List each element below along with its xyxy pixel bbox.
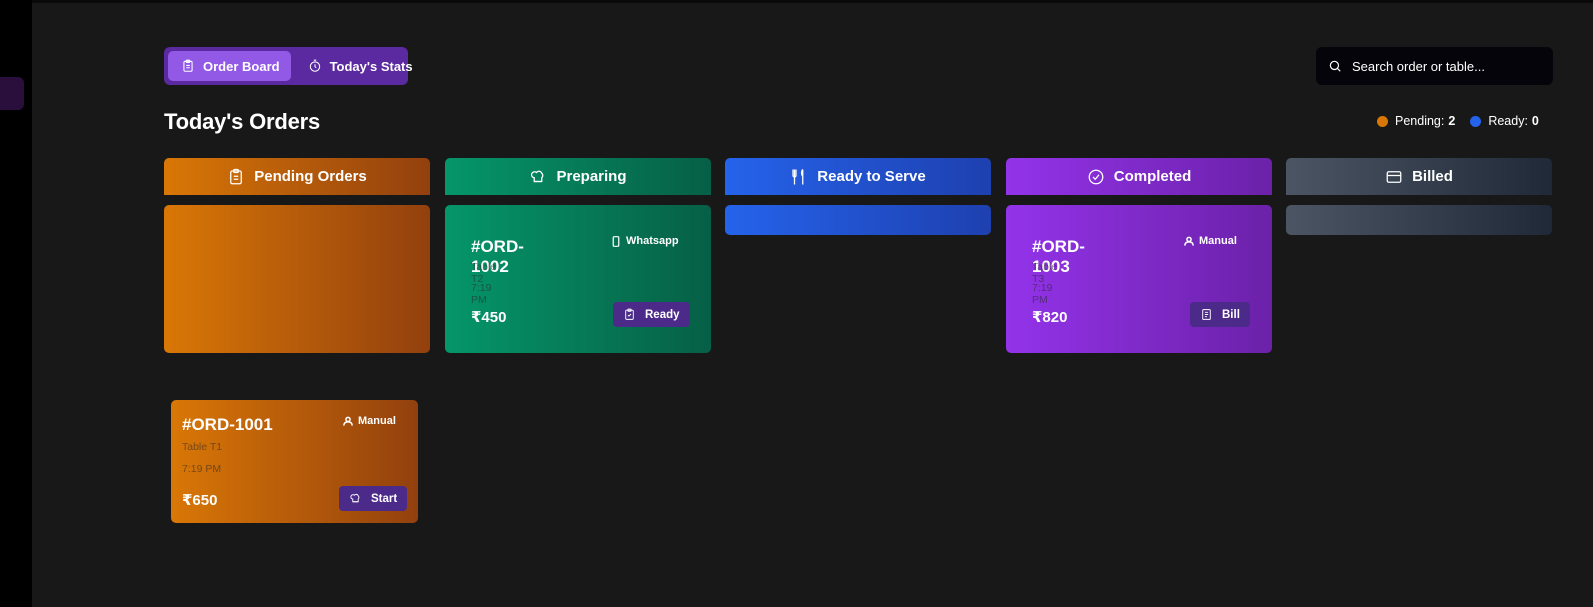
order-source-label: Manual xyxy=(1199,235,1237,247)
order-source: Manual xyxy=(343,415,396,427)
status-legend: Pending: 2 Ready: 0 xyxy=(1377,114,1554,128)
stopwatch-icon xyxy=(309,59,320,72)
tab-label: Order Board xyxy=(203,58,280,74)
column-title: Completed xyxy=(1113,168,1192,185)
column-title: Pending Orders xyxy=(254,168,367,185)
order-source-label: Whatsapp xyxy=(626,235,679,247)
legend-pending-count: 2 xyxy=(1448,114,1456,128)
column-header-pending: Pending Orders xyxy=(164,158,430,195)
legend-ready-label: Ready: xyxy=(1488,114,1528,128)
clipboard-icon xyxy=(183,59,193,72)
search-icon xyxy=(1329,60,1341,72)
order-time: 7:19 PM xyxy=(1032,282,1053,306)
column-title: Preparing xyxy=(556,168,627,185)
main-content: Order Board Today's Stats Today's Orders… xyxy=(32,3,1593,607)
column-header-ready: Ready to Serve xyxy=(725,158,991,195)
column-body-pending xyxy=(164,205,430,353)
order-table: Table T1 xyxy=(182,441,223,453)
order-amount: ₹820 xyxy=(1032,309,1068,326)
tab-label: Today's Stats xyxy=(329,58,413,74)
credit-card-icon xyxy=(1386,170,1402,183)
receipt-icon xyxy=(1202,309,1211,320)
legend-ready-count: 0 xyxy=(1531,114,1539,128)
action-label: Bill xyxy=(1222,308,1240,321)
view-tabs: Order Board Today's Stats xyxy=(164,47,413,85)
start-button[interactable]: Start xyxy=(339,486,408,511)
order-source-label: Manual xyxy=(358,415,396,427)
tab-order-board[interactable]: Order Board xyxy=(168,51,291,81)
chef-hat-icon xyxy=(350,493,360,503)
order-id: #ORD-1001 xyxy=(182,415,273,434)
column-body-preparing: #ORD-1002 Whatsapp Table T2 7:19 PM ₹450… xyxy=(445,205,711,353)
ready-dot xyxy=(1470,115,1482,127)
user-icon xyxy=(1184,236,1194,246)
mark-ready-button[interactable]: Ready xyxy=(613,302,690,327)
legend-pending-label: Pending: xyxy=(1395,114,1445,128)
bill-button[interactable]: Bill xyxy=(1190,302,1250,327)
order-amount: ₹650 xyxy=(182,492,218,509)
order-source: Manual xyxy=(1184,235,1237,247)
sidebar xyxy=(0,0,32,607)
clipboard-icon xyxy=(230,168,243,184)
smartphone-icon xyxy=(612,235,620,247)
column-header-preparing: Preparing xyxy=(445,158,711,195)
clipboard-check-icon xyxy=(625,308,634,320)
legend-ready: Ready: 0 xyxy=(1470,114,1539,128)
action-label: Start xyxy=(371,492,398,505)
page-title: Today's Orders xyxy=(164,109,321,134)
column-body-completed: #ORD-1003 Manual Table T3 7:19 PM ₹820 B… xyxy=(1006,205,1272,353)
utensils-icon xyxy=(792,168,804,184)
search-input[interactable] xyxy=(1352,58,1542,74)
chef-hat-icon xyxy=(531,170,544,182)
column-title: Billed xyxy=(1412,168,1453,185)
order-source: Whatsapp xyxy=(611,235,679,247)
user-icon xyxy=(343,416,353,426)
legend-pending: Pending: 2 xyxy=(1377,114,1455,128)
order-card[interactable]: #ORD-1001 Manual Table T1 7:19 PM ₹650 S… xyxy=(171,400,418,523)
column-body-billed xyxy=(1286,205,1552,235)
search-box xyxy=(1316,47,1553,85)
order-amount: ₹450 xyxy=(471,309,507,326)
pending-dot xyxy=(1377,115,1388,127)
action-label: Ready xyxy=(645,308,680,321)
tab-todays-stats[interactable]: Today's Stats xyxy=(295,51,424,81)
column-body-ready xyxy=(725,205,991,235)
order-time: 7:19 PM xyxy=(471,282,492,306)
order-time: 7:19 PM xyxy=(182,463,222,475)
column-header-billed: Billed xyxy=(1286,158,1552,195)
column-title: Ready to Serve xyxy=(817,168,926,185)
column-header-completed: Completed xyxy=(1006,158,1272,195)
sidebar-active-item[interactable] xyxy=(0,77,24,110)
check-circle-icon xyxy=(1088,169,1104,184)
